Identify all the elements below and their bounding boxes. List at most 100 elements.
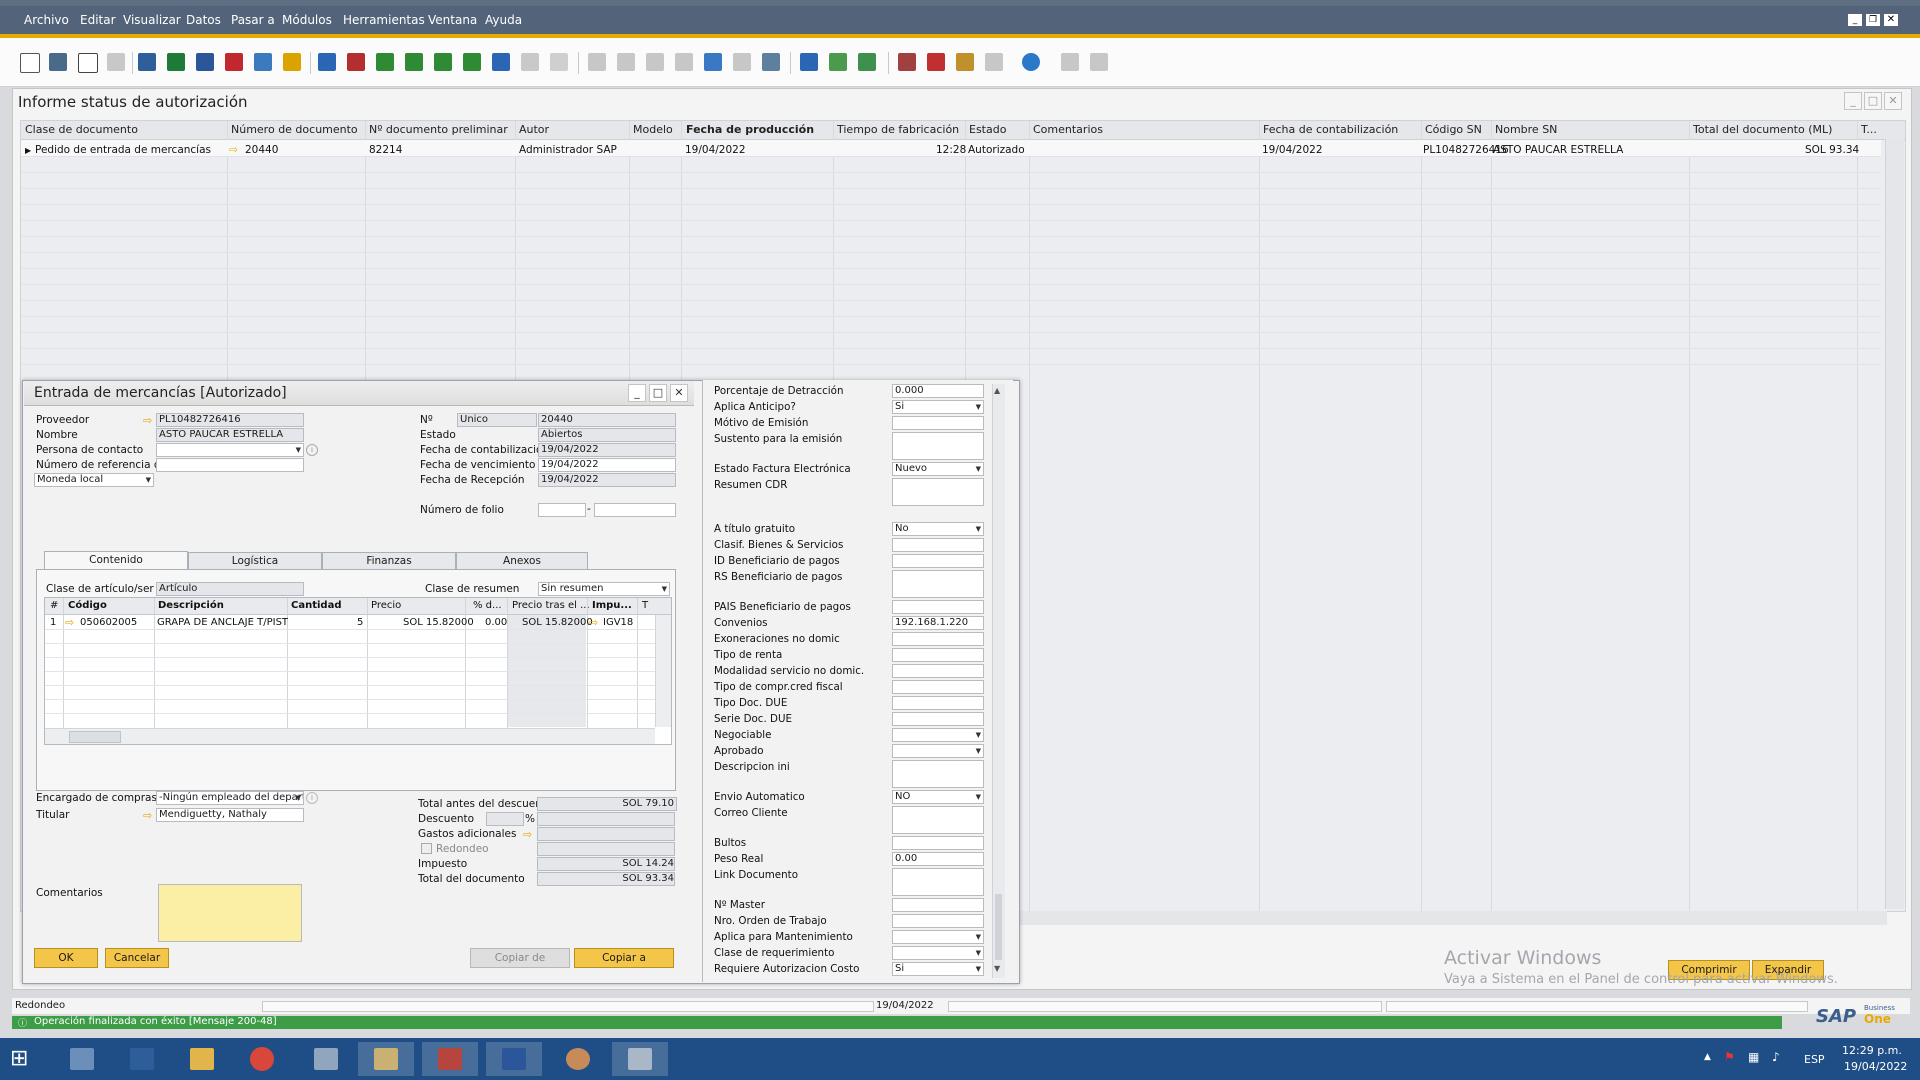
target-document-icon[interactable]: [617, 53, 635, 71]
menu-ayuda[interactable]: Ayuda: [485, 13, 522, 27]
journal-icon[interactable]: [646, 53, 664, 71]
gross-profit-icon[interactable]: [704, 53, 722, 71]
tab-finanzas[interactable]: Finanzas: [322, 552, 456, 570]
grid-header[interactable]: Autor: [519, 123, 549, 136]
scroll-up-icon[interactable]: ▲: [994, 386, 1000, 395]
items-vertical-scrollbar[interactable]: [655, 615, 671, 727]
proveedor-link-icon[interactable]: ⇨: [143, 415, 154, 426]
email-icon[interactable]: [78, 53, 98, 73]
next-record-icon[interactable]: [434, 53, 452, 71]
udf-field[interactable]: 0.000: [892, 384, 984, 398]
app-minimize-icon[interactable]: _: [1848, 14, 1862, 26]
redondeo-checkbox[interactable]: [421, 843, 432, 854]
copy-to-button[interactable]: Copiar a: [574, 948, 674, 968]
estado-field[interactable]: Abiertos: [538, 428, 676, 442]
udf-field[interactable]: [892, 744, 984, 758]
encargado-select[interactable]: -Ningún empleado del depart: [156, 791, 304, 805]
preview-icon[interactable]: [20, 53, 40, 73]
tray-network-icon[interactable]: ▦: [1748, 1050, 1759, 1064]
tray-date[interactable]: 19/04/2022: [1844, 1060, 1907, 1073]
payment-icon[interactable]: [675, 53, 693, 71]
col-header[interactable]: Impu...: [592, 600, 632, 611]
udf-field[interactable]: [892, 478, 984, 506]
sort-icon[interactable]: [550, 53, 568, 71]
relationship-map-icon[interactable]: [762, 53, 780, 71]
edit-form-icon[interactable]: [800, 53, 818, 71]
line-descuento[interactable]: 0.00: [485, 617, 507, 628]
descuento-pct-field[interactable]: [486, 812, 524, 826]
udf-field[interactable]: [892, 664, 984, 678]
fax-icon[interactable]: [138, 53, 156, 71]
col-header[interactable]: % d...: [473, 600, 502, 611]
line-descripcion[interactable]: GRAPA DE ANCLAJE T/PIST: [157, 617, 288, 628]
menu-pasar-a[interactable]: Pasar a: [231, 13, 275, 27]
new-form-icon[interactable]: [829, 53, 847, 71]
udf-field[interactable]: [892, 570, 984, 598]
line-precio[interactable]: SOL 15.82000: [403, 617, 474, 628]
folio-serie-field[interactable]: [538, 503, 586, 517]
taskbar-calculator-icon[interactable]: [612, 1042, 668, 1076]
udf-field[interactable]: [892, 946, 984, 960]
udf-field[interactable]: 0.00: [892, 852, 984, 866]
launch-icon[interactable]: [254, 53, 272, 71]
total-doc-field[interactable]: SOL 93.34: [537, 872, 675, 886]
grid-header[interactable]: Código SN: [1425, 123, 1482, 136]
message-icon[interactable]: [927, 53, 945, 71]
taskbar-paint-icon[interactable]: [550, 1042, 606, 1076]
col-header[interactable]: Cantidad: [291, 600, 341, 611]
line-impuesto[interactable]: IGV18: [603, 617, 633, 628]
udf-field[interactable]: [892, 760, 984, 788]
print-icon[interactable]: [49, 53, 67, 71]
fvenc-field[interactable]: 19/04/2022: [538, 458, 676, 472]
taskbar-server-manager-icon[interactable]: [54, 1042, 110, 1076]
line-precio-tras[interactable]: SOL 15.82000: [522, 617, 593, 628]
child-minimize-icon[interactable]: _: [628, 384, 646, 402]
grid-header[interactable]: Modelo: [633, 123, 673, 136]
grid-horizontal-scrollbar[interactable]: [1017, 911, 1887, 925]
add-icon[interactable]: [347, 53, 365, 71]
child-maximize-icon[interactable]: □: [649, 384, 667, 402]
menu-herramientas[interactable]: Herramientas: [343, 13, 425, 27]
udf-field[interactable]: Nuevo: [892, 462, 984, 476]
grid-header[interactable]: Nº documento preliminar: [369, 123, 508, 136]
volume-weight-icon[interactable]: [733, 53, 751, 71]
referencia-field[interactable]: [156, 458, 304, 472]
app-close-icon[interactable]: ✕: [1884, 14, 1898, 26]
impuesto-field[interactable]: SOL 14.24: [537, 857, 675, 871]
menu-datos[interactable]: Datos: [186, 13, 221, 27]
taskbar-explorer-icon[interactable]: [174, 1042, 230, 1076]
windows-start-icon[interactable]: ⊞: [10, 1047, 34, 1071]
col-header[interactable]: Precio tras el ...: [512, 600, 590, 611]
refresh-icon[interactable]: [492, 53, 510, 71]
udf-field[interactable]: [892, 806, 984, 834]
first-record-icon[interactable]: [376, 53, 394, 71]
titular-link-icon[interactable]: ⇨: [143, 810, 154, 821]
report-minimize-icon[interactable]: _: [1844, 92, 1862, 110]
grid-header[interactable]: Número de documento: [231, 123, 358, 136]
calendar-icon[interactable]: [898, 53, 916, 71]
udf-field[interactable]: [892, 868, 984, 896]
link-arrow-icon[interactable]: ⇨: [229, 144, 238, 156]
udf-field[interactable]: [892, 930, 984, 944]
serie-field[interactable]: Unico: [457, 413, 537, 427]
settings-form-icon[interactable]: [858, 53, 876, 71]
info-icon[interactable]: i: [306, 444, 318, 456]
col-header[interactable]: T: [642, 600, 648, 611]
redondeo-field[interactable]: [537, 842, 675, 856]
proveedor-field[interactable]: PL10482726416: [156, 413, 304, 427]
udf-field[interactable]: [892, 648, 984, 662]
base-document-icon[interactable]: [588, 53, 606, 71]
grid-header[interactable]: Total del documento (ML): [1693, 123, 1832, 136]
line-cantidad[interactable]: 5: [357, 617, 363, 628]
udf-field[interactable]: NO: [892, 790, 984, 804]
descuento-field[interactable]: [537, 812, 675, 826]
udf-field[interactable]: Si: [892, 400, 984, 414]
cancel-button[interactable]: Cancelar: [105, 948, 169, 968]
items-horizontal-scrollbar[interactable]: [45, 728, 655, 744]
gastos-field[interactable]: [537, 827, 675, 841]
tray-expand-icon[interactable]: ▲: [1704, 1052, 1711, 1062]
grid-vertical-scrollbar[interactable]: [1885, 139, 1904, 909]
grid-header[interactable]: Fecha de contabilización: [1263, 123, 1398, 136]
numero-field[interactable]: 20440: [538, 413, 676, 427]
moneda-select[interactable]: Moneda local: [34, 473, 154, 487]
